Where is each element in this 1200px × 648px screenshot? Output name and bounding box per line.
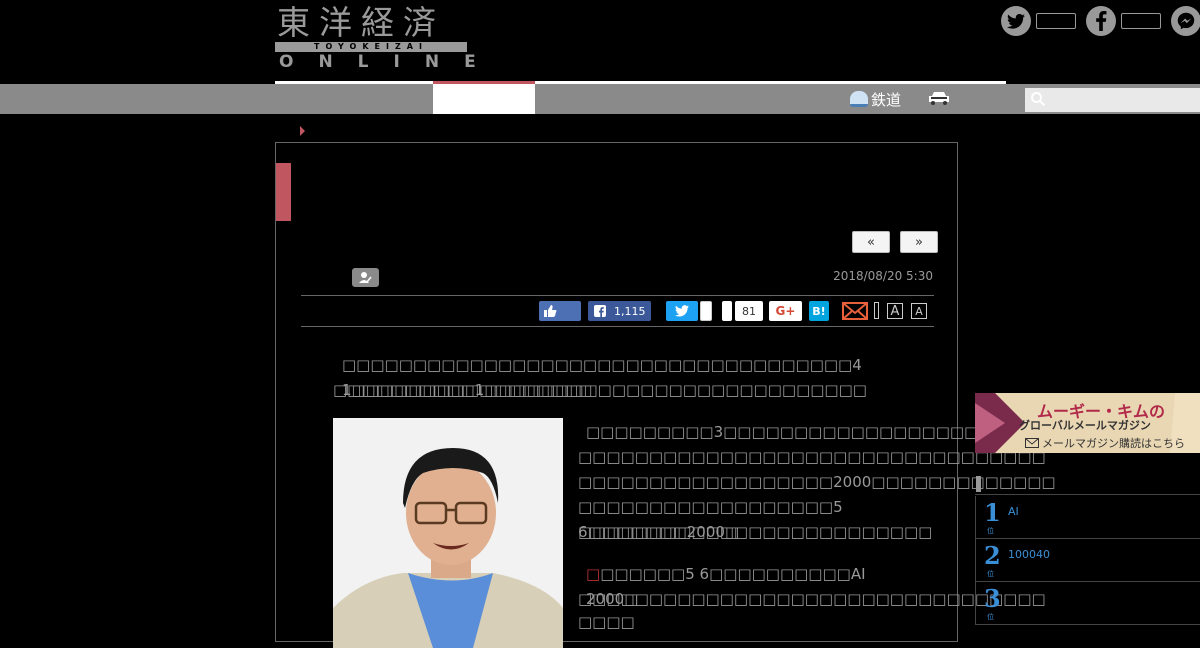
rank-number: 3 bbox=[984, 584, 1001, 613]
train-icon bbox=[850, 91, 868, 107]
logo-kanji: 東洋経済 bbox=[277, 3, 445, 42]
print-box[interactable] bbox=[874, 302, 879, 319]
prev-page-button[interactable]: « bbox=[852, 231, 890, 253]
banner-subtitle: グローバルメールマガジン bbox=[1019, 419, 1151, 432]
breadcrumb-arrow-icon bbox=[300, 126, 305, 136]
mail-magazine-banner[interactable]: ムーギー・キムの グローバルメールマガジン メールマガジン購読はこちら bbox=[975, 393, 1200, 453]
facebook-count-box bbox=[1121, 13, 1161, 29]
rank-number: 1 bbox=[984, 498, 1001, 527]
paragraph-2-line-1: □□□□□□□□□3□□□□□□□□□□□□□□□□□□□□ bbox=[586, 423, 1007, 441]
divider-bottom bbox=[301, 326, 934, 327]
nav-item-railway[interactable]: 鉄道 bbox=[850, 89, 901, 109]
author-icon[interactable] bbox=[352, 268, 379, 287]
divider-top bbox=[301, 295, 934, 296]
twitter-count-box bbox=[700, 301, 712, 321]
search-input[interactable] bbox=[1025, 88, 1200, 112]
envelope-icon bbox=[1025, 438, 1039, 448]
line-share-button[interactable] bbox=[722, 301, 732, 321]
ranking-item[interactable]: 3 位 bbox=[975, 582, 1200, 625]
messenger-icon[interactable] bbox=[1171, 6, 1200, 36]
ranking-header bbox=[975, 474, 1200, 495]
author-photo bbox=[333, 418, 563, 648]
rank-suffix: 位 bbox=[987, 570, 994, 578]
facebook-icon[interactable] bbox=[1086, 6, 1116, 36]
title-accent-bar bbox=[276, 163, 291, 221]
font-size-small-button[interactable]: A bbox=[911, 303, 927, 319]
ranking-item-title[interactable]: 100040 bbox=[1008, 548, 1050, 561]
font-size-large-button[interactable]: A bbox=[887, 303, 903, 319]
nav-item-railway-label: 鉄道 bbox=[871, 90, 902, 109]
rank-suffix: 位 bbox=[987, 527, 994, 535]
logo-online: ONLINE bbox=[279, 52, 501, 72]
facebook-like-button[interactable] bbox=[539, 301, 581, 321]
thumbs-up-icon bbox=[544, 305, 557, 317]
paragraph-2-line-2: □□□□□□□□□□□□□□□□□□□□□□□□□□□□□□□□□ bbox=[578, 448, 1046, 466]
article-date: 2018/08/20 5:30 bbox=[833, 269, 933, 283]
twitter-bird-icon bbox=[675, 305, 689, 317]
twitter-icon[interactable] bbox=[1001, 6, 1031, 36]
ranking-header-bar bbox=[976, 476, 981, 492]
logo-band: TOYOKEIZAI bbox=[275, 42, 467, 52]
nav-bar bbox=[0, 84, 1200, 114]
paragraph-3-line-2: □□□□□□□□□□□□□□□□□□□□□□□□□□□□□□□□□ bbox=[578, 590, 1046, 608]
nav-active-accent bbox=[433, 81, 535, 84]
rank-number: 2 bbox=[984, 541, 1001, 570]
site-logo[interactable]: 東洋経済 TOYOKEIZAI ONLINE bbox=[275, 3, 476, 72]
next-page-button[interactable]: » bbox=[900, 231, 938, 253]
paragraph-2-line-5: □□□□□□□□□□□□□□□□□□□□□□□□□ bbox=[578, 523, 933, 541]
mail-icon[interactable] bbox=[842, 302, 868, 320]
paragraph-3-line-3: □□□□ bbox=[578, 613, 635, 631]
car-icon[interactable] bbox=[928, 91, 950, 105]
paragraph-2-line-3: □□□□□□□□□□□□□□□□□□2000□□□□□□□□□□□□□ bbox=[578, 473, 1056, 491]
ranking-item-title[interactable]: AI bbox=[1008, 505, 1019, 518]
ranking-item[interactable]: 2 位 100040 bbox=[975, 539, 1200, 582]
share-count: 81 bbox=[735, 301, 763, 321]
hatena-bookmark-button[interactable]: B! bbox=[809, 301, 829, 321]
ranking-item[interactable]: 1 位 AI bbox=[975, 496, 1200, 539]
google-plus-button[interactable]: G+ bbox=[769, 301, 802, 321]
twitter-share-button[interactable] bbox=[666, 301, 698, 321]
rank-suffix: 位 bbox=[987, 613, 994, 621]
facebook-share-count: 1,115 bbox=[614, 304, 646, 318]
twitter-count-box bbox=[1036, 13, 1076, 29]
nav-tab-active[interactable] bbox=[433, 84, 535, 114]
banner-cta: メールマガジン購読はこちら bbox=[1025, 435, 1185, 451]
paragraph-1-line-2: □□□□□□□□□□1□□□□□□□□□□□□□□□□□□□□□□□□□□□ bbox=[333, 381, 867, 399]
facebook-share-button[interactable]: 1,115 bbox=[588, 301, 651, 321]
search-icon[interactable] bbox=[1030, 91, 1046, 107]
facebook-icon bbox=[594, 305, 606, 317]
